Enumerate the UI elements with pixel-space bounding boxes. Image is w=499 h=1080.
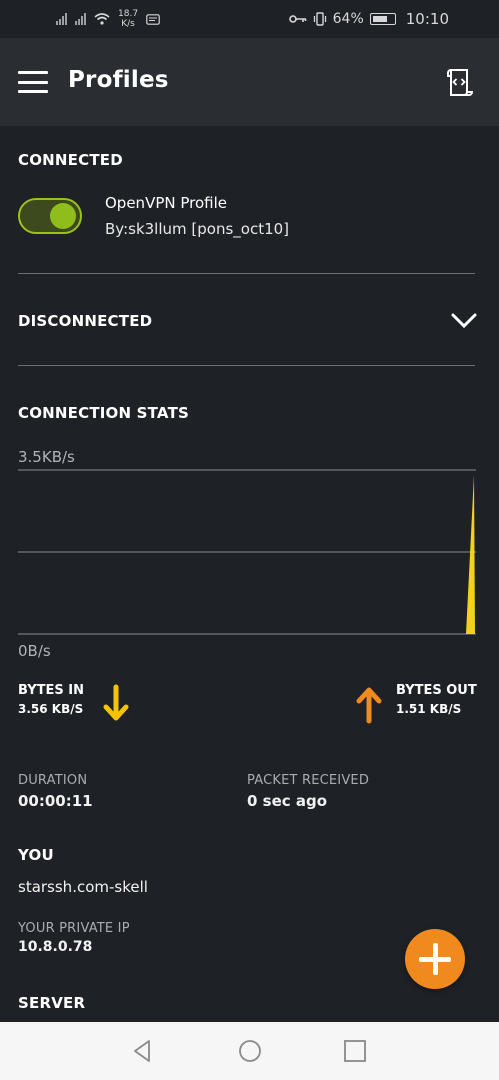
bytes-in-value: 3.56 KB/S bbox=[18, 702, 84, 716]
battery-percent: 64% bbox=[332, 11, 364, 27]
message-icon bbox=[146, 13, 160, 25]
bytes-out-label: BYTES OUT bbox=[396, 683, 477, 698]
you-heading: YOU bbox=[18, 846, 54, 864]
profile-name[interactable]: OpenVPN Profile bbox=[105, 194, 227, 212]
bytes-in-label: BYTES IN bbox=[18, 683, 84, 698]
arrow-up-icon bbox=[356, 687, 382, 724]
hamburger-menu-icon[interactable] bbox=[18, 71, 48, 93]
add-profile-button[interactable] bbox=[405, 929, 465, 989]
home-icon[interactable] bbox=[237, 1038, 263, 1064]
recents-icon[interactable] bbox=[342, 1038, 368, 1064]
packet-received-label: PACKET RECEIVED bbox=[247, 773, 370, 788]
bytes-out-value: 1.51 KB/S bbox=[396, 702, 462, 716]
server-heading: SERVER bbox=[18, 994, 86, 1012]
you-name: starssh.com-skell bbox=[18, 878, 148, 896]
wifi-icon bbox=[94, 13, 110, 25]
vpn-key-icon bbox=[288, 15, 306, 23]
chart-min-label: 0B/s bbox=[18, 642, 51, 660]
divider bbox=[18, 273, 475, 274]
battery-icon bbox=[369, 13, 396, 25]
page-title: Profiles bbox=[68, 67, 169, 93]
private-ip-label: YOUR PRIVATE IP bbox=[18, 921, 130, 936]
divider bbox=[18, 365, 475, 366]
status-bar: 18.7 K/s 64% 10:10 bbox=[0, 0, 499, 38]
chevron-down-icon[interactable] bbox=[450, 312, 478, 330]
vibrate-icon bbox=[313, 12, 326, 26]
connection-toggle[interactable] bbox=[18, 198, 82, 234]
duration-label: DURATION bbox=[18, 773, 88, 788]
toggle-knob bbox=[50, 203, 76, 229]
connection-stats-chart bbox=[18, 469, 476, 635]
speed-unit: K/s bbox=[121, 19, 135, 29]
app-bar: Profiles bbox=[0, 38, 499, 126]
back-icon[interactable] bbox=[130, 1038, 156, 1064]
speed-value: 18.7 bbox=[118, 9, 139, 19]
signal-icon bbox=[56, 13, 67, 25]
chart-area-point-0-10 bbox=[466, 474, 475, 634]
duration-value: 00:00:11 bbox=[18, 792, 93, 810]
disconnected-heading[interactable]: DISCONNECTED bbox=[18, 312, 152, 330]
import-profile-icon[interactable] bbox=[444, 66, 476, 98]
connected-heading: CONNECTED bbox=[18, 151, 123, 169]
signal-icon bbox=[75, 13, 86, 25]
network-speed: 18.7 K/s bbox=[118, 9, 138, 29]
profile-author[interactable]: By:sk3llum [pons_oct10] bbox=[105, 220, 289, 238]
packet-received-value: 0 sec ago bbox=[247, 792, 328, 810]
private-ip-value: 10.8.0.78 bbox=[18, 939, 93, 955]
arrow-down-icon bbox=[103, 684, 129, 721]
clock: 10:10 bbox=[405, 10, 449, 28]
system-navigation-bar bbox=[0, 1022, 499, 1080]
connection-stats-heading: CONNECTION STATS bbox=[18, 404, 190, 422]
